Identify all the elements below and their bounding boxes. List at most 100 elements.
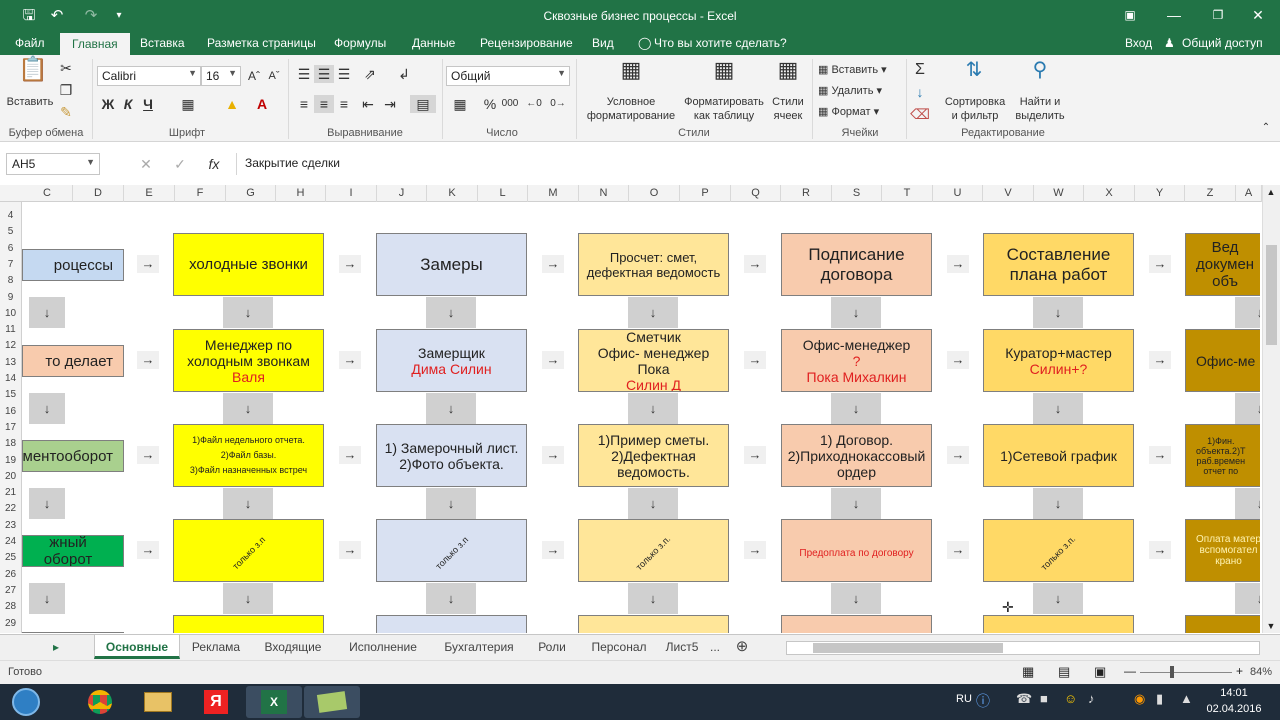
row-header-24[interactable]: 24 [0, 536, 21, 547]
column-header-I[interactable]: I [326, 185, 377, 202]
column-header-L[interactable]: L [478, 185, 528, 202]
tab-view[interactable]: Вид [592, 36, 614, 50]
delete-cells-button[interactable]: ▦ Удалить ▾ [818, 84, 898, 98]
name-box[interactable]: AH5 ▼ [6, 153, 100, 175]
find-select-icon[interactable]: ⚲ [1026, 60, 1054, 80]
row-header-9[interactable]: 9 [0, 292, 21, 303]
tray-icon-3[interactable]: ☺ [1064, 691, 1077, 706]
page-break-view-icon[interactable]: ▣ [1094, 664, 1106, 680]
process-step-box[interactable]: 1) Замерочный лист. 2)Фото объекта. [376, 424, 527, 487]
row-header-13[interactable]: 13 [0, 357, 21, 368]
align-left-icon[interactable]: ≡ [294, 95, 314, 113]
column-header-M[interactable]: M [528, 185, 579, 202]
zoom-slider[interactable] [1140, 672, 1232, 673]
row-header-12[interactable]: 12 [0, 340, 21, 351]
row-header-26[interactable]: 26 [0, 569, 21, 580]
row-header-27[interactable]: 27 [0, 585, 21, 596]
row-category-label[interactable]: жный оборот [22, 535, 124, 567]
row-header-25[interactable]: 25 [0, 552, 21, 563]
row-header-16[interactable]: 16 [0, 406, 21, 417]
column-header-F[interactable]: F [175, 185, 226, 202]
row-header-7[interactable]: 7 [0, 259, 21, 270]
increase-decimal-icon[interactable]: ←0 [524, 95, 544, 113]
tray-icon-1[interactable]: ☎ [1016, 691, 1032, 707]
column-header-T[interactable]: T [882, 185, 933, 202]
process-step-box[interactable]: Составление плана работ [983, 233, 1134, 296]
copy-icon[interactable]: ❐ [56, 81, 76, 99]
ribbon-display-icon[interactable]: ▣ [1108, 0, 1152, 32]
row-header-8[interactable]: 8 [0, 275, 21, 286]
column-header-N[interactable]: N [579, 185, 629, 202]
column-header-C[interactable]: C [22, 185, 73, 202]
align-center-icon[interactable]: ≡ [314, 95, 334, 113]
chrome-icon[interactable] [72, 686, 128, 718]
cut-icon[interactable]: ✂ [56, 59, 76, 77]
column-header-E[interactable]: E [124, 185, 175, 202]
row-header-22[interactable]: 22 [0, 503, 21, 514]
tray-icon-4[interactable]: ◉ [1134, 691, 1145, 707]
row-header-21[interactable]: 21 [0, 487, 21, 498]
process-step-box[interactable]: Просчет: смет, дефектная ведомость [578, 233, 729, 296]
tray-icon-2[interactable]: ■ [1040, 691, 1048, 706]
process-step-box[interactable]: Офис-ме [1185, 329, 1260, 392]
sheet-tab-execution[interactable]: Исполнение [336, 635, 430, 659]
sort-filter-button[interactable]: Сортировка и фильтр [938, 95, 1012, 123]
column-header-G[interactable]: G [226, 185, 276, 202]
column-header-X[interactable]: X [1084, 185, 1135, 202]
font-size-select[interactable]: 16 ▼ [201, 66, 241, 86]
process-step-box[interactable]: 1)Файл недельного отчета. 2)Файл базы. 3… [173, 424, 324, 487]
column-header-K[interactable]: K [427, 185, 478, 202]
align-top-icon[interactable]: ☰ [294, 65, 314, 83]
row-category-label[interactable]: то делает [22, 345, 124, 377]
tab-home[interactable]: Главная [60, 33, 130, 55]
close-icon[interactable]: ✕ [1236, 0, 1280, 32]
row-header-28[interactable]: 28 [0, 601, 21, 612]
tab-data[interactable]: Данные [412, 36, 455, 50]
process-step-box[interactable]: Замеры [376, 233, 527, 296]
row-category-label[interactable]: ментооборот [22, 440, 124, 472]
row-category-label[interactable]: роцессы [22, 249, 124, 281]
process-step-box[interactable]: Подписание договора [781, 233, 932, 296]
network-icon[interactable]: ▲ [1180, 691, 1193, 706]
start-button[interactable] [0, 686, 52, 718]
zoom-level[interactable]: 84% [1250, 666, 1272, 678]
number-format-select[interactable]: Общий ▼ [446, 66, 570, 86]
h-scroll-thumb[interactable] [813, 643, 1003, 653]
font-color-icon[interactable]: A [252, 95, 272, 113]
column-header-Y[interactable]: Y [1135, 185, 1185, 202]
column-header-J[interactable]: J [377, 185, 427, 202]
row-header-19[interactable]: 19 [0, 455, 21, 466]
explorer-icon[interactable] [130, 686, 186, 718]
sheet-tab-accounting[interactable]: Бухгалтерия [432, 635, 526, 659]
sheet-tab-incoming[interactable]: Входящие [252, 635, 334, 659]
confirm-entry-icon[interactable]: ✓ [170, 155, 190, 173]
new-sheet-icon[interactable]: ⊕ [732, 635, 752, 659]
conditional-format-icon[interactable]: ▦ [617, 59, 645, 81]
merge-center-icon[interactable]: ▤ [410, 95, 436, 113]
underline-button[interactable]: Ч [138, 95, 158, 113]
format-cells-button[interactable]: ▦ Формат ▾ [818, 105, 898, 119]
row-header-10[interactable]: 10 [0, 308, 21, 319]
align-bottom-icon[interactable]: ☰ [334, 65, 354, 83]
process-step-box[interactable]: Вед докумен объ [1185, 233, 1260, 296]
increase-indent-icon[interactable]: ⇥ [380, 95, 400, 113]
battery-icon[interactable]: ▮ [1156, 691, 1163, 707]
align-middle-icon[interactable]: ☰ [314, 65, 334, 83]
fill-icon[interactable]: ↓ [910, 83, 930, 101]
column-header-P[interactable]: P [680, 185, 731, 202]
tab-formulas[interactable]: Формулы [334, 36, 386, 50]
percent-icon[interactable]: % [480, 95, 500, 113]
process-step-box[interactable]: холодные звонки [173, 233, 324, 296]
process-step-box[interactable]: 1)Фин. объекта.2)Т раб.времен отчет по [1185, 424, 1260, 487]
grow-font-icon[interactable]: Aˆ [244, 67, 264, 85]
sheet-tab-sheet5[interactable]: Лист5 [662, 635, 702, 659]
column-header-R[interactable]: R [781, 185, 832, 202]
process-step-box[interactable]: Офис-менеджер? Пока Михалкин [781, 329, 932, 392]
process-step-box[interactable]: 1)Сетевой график [983, 424, 1134, 487]
insert-cells-button[interactable]: ▦ Вставить ▾ [818, 63, 898, 77]
fill-color-icon[interactable]: ▲ [222, 95, 242, 113]
process-step-box[interactable]: Оплата матер вспомогател крано [1185, 519, 1260, 582]
autosum-icon[interactable]: Σ [910, 61, 930, 79]
process-step-box[interactable]: только з.п [173, 519, 324, 582]
restore-icon[interactable]: ❐ [1196, 0, 1240, 32]
